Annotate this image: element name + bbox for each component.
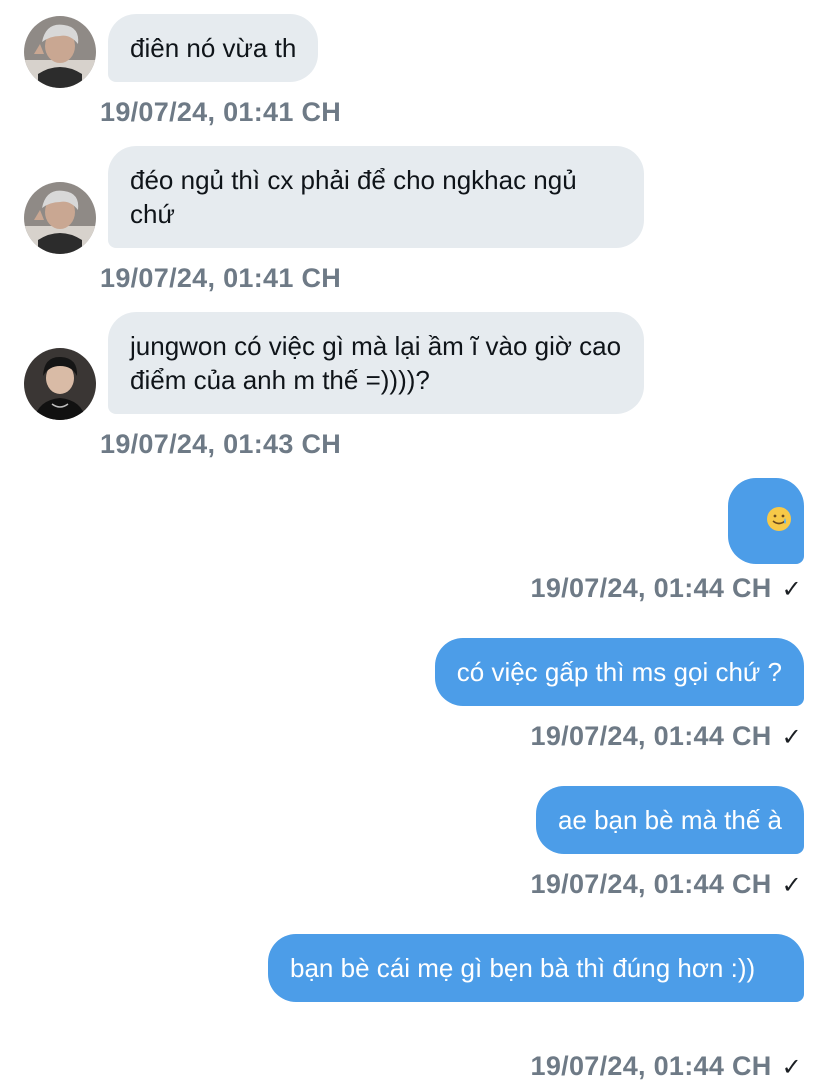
timestamp-text: 19/07/24, 01:44 CH: [530, 573, 772, 603]
sent-check-icon: ✓: [781, 1054, 802, 1081]
sender-avatar[interactable]: [24, 348, 96, 420]
message-bubble-outgoing[interactable]: ae bạn bè mà thế à: [535, 786, 804, 854]
sender-avatar[interactable]: [24, 182, 96, 254]
message-timestamp: 19/07/24, 01:41 CH: [100, 263, 342, 293]
message-timestamp: 19/07/24, 01:41 CH: [100, 97, 342, 127]
sender-avatar[interactable]: [24, 16, 96, 88]
message-timestamp: 19/07/24, 01:44 CH ✓: [531, 868, 802, 902]
message-bubble-incoming[interactable]: đéo ngủ thì cx phải để cho ngkhac ngủ ch…: [108, 146, 644, 248]
sent-check-icon: ✓: [781, 576, 802, 603]
message-timestamp: 19/07/24, 01:44 CH ✓: [531, 720, 802, 754]
message-timestamp: 19/07/24, 01:44 CH ✓: [531, 572, 802, 606]
timestamp-text: 19/07/24, 01:44 CH: [530, 869, 772, 899]
message-bubble-incoming[interactable]: jungwon có việc gì mà lại ầm ĩ vào giờ c…: [108, 312, 644, 414]
message-bubble-outgoing[interactable]: có việc gấp thì ms gọi chứ ?: [434, 638, 804, 706]
sent-check-icon: ✓: [781, 724, 802, 751]
timestamp-text: 19/07/24, 01:44 CH: [530, 1051, 772, 1081]
timestamp-text: 19/07/24, 01:44 CH: [530, 721, 772, 751]
sent-check-icon: ✓: [781, 872, 802, 899]
message-timestamp: 19/07/24, 01:44 CH ✓: [531, 1050, 802, 1084]
message-bubble-outgoing[interactable]: [728, 478, 804, 564]
message-bubble-incoming[interactable]: điên nó vừa th: [108, 14, 319, 82]
message-bubble-outgoing[interactable]: bạn bè cái mẹ gì bẹn bà thì đúng hơn :)): [268, 934, 804, 1002]
message-timestamp: 19/07/24, 01:43 CH: [100, 429, 342, 459]
smiling-face-with-tear-icon: [740, 482, 793, 561]
